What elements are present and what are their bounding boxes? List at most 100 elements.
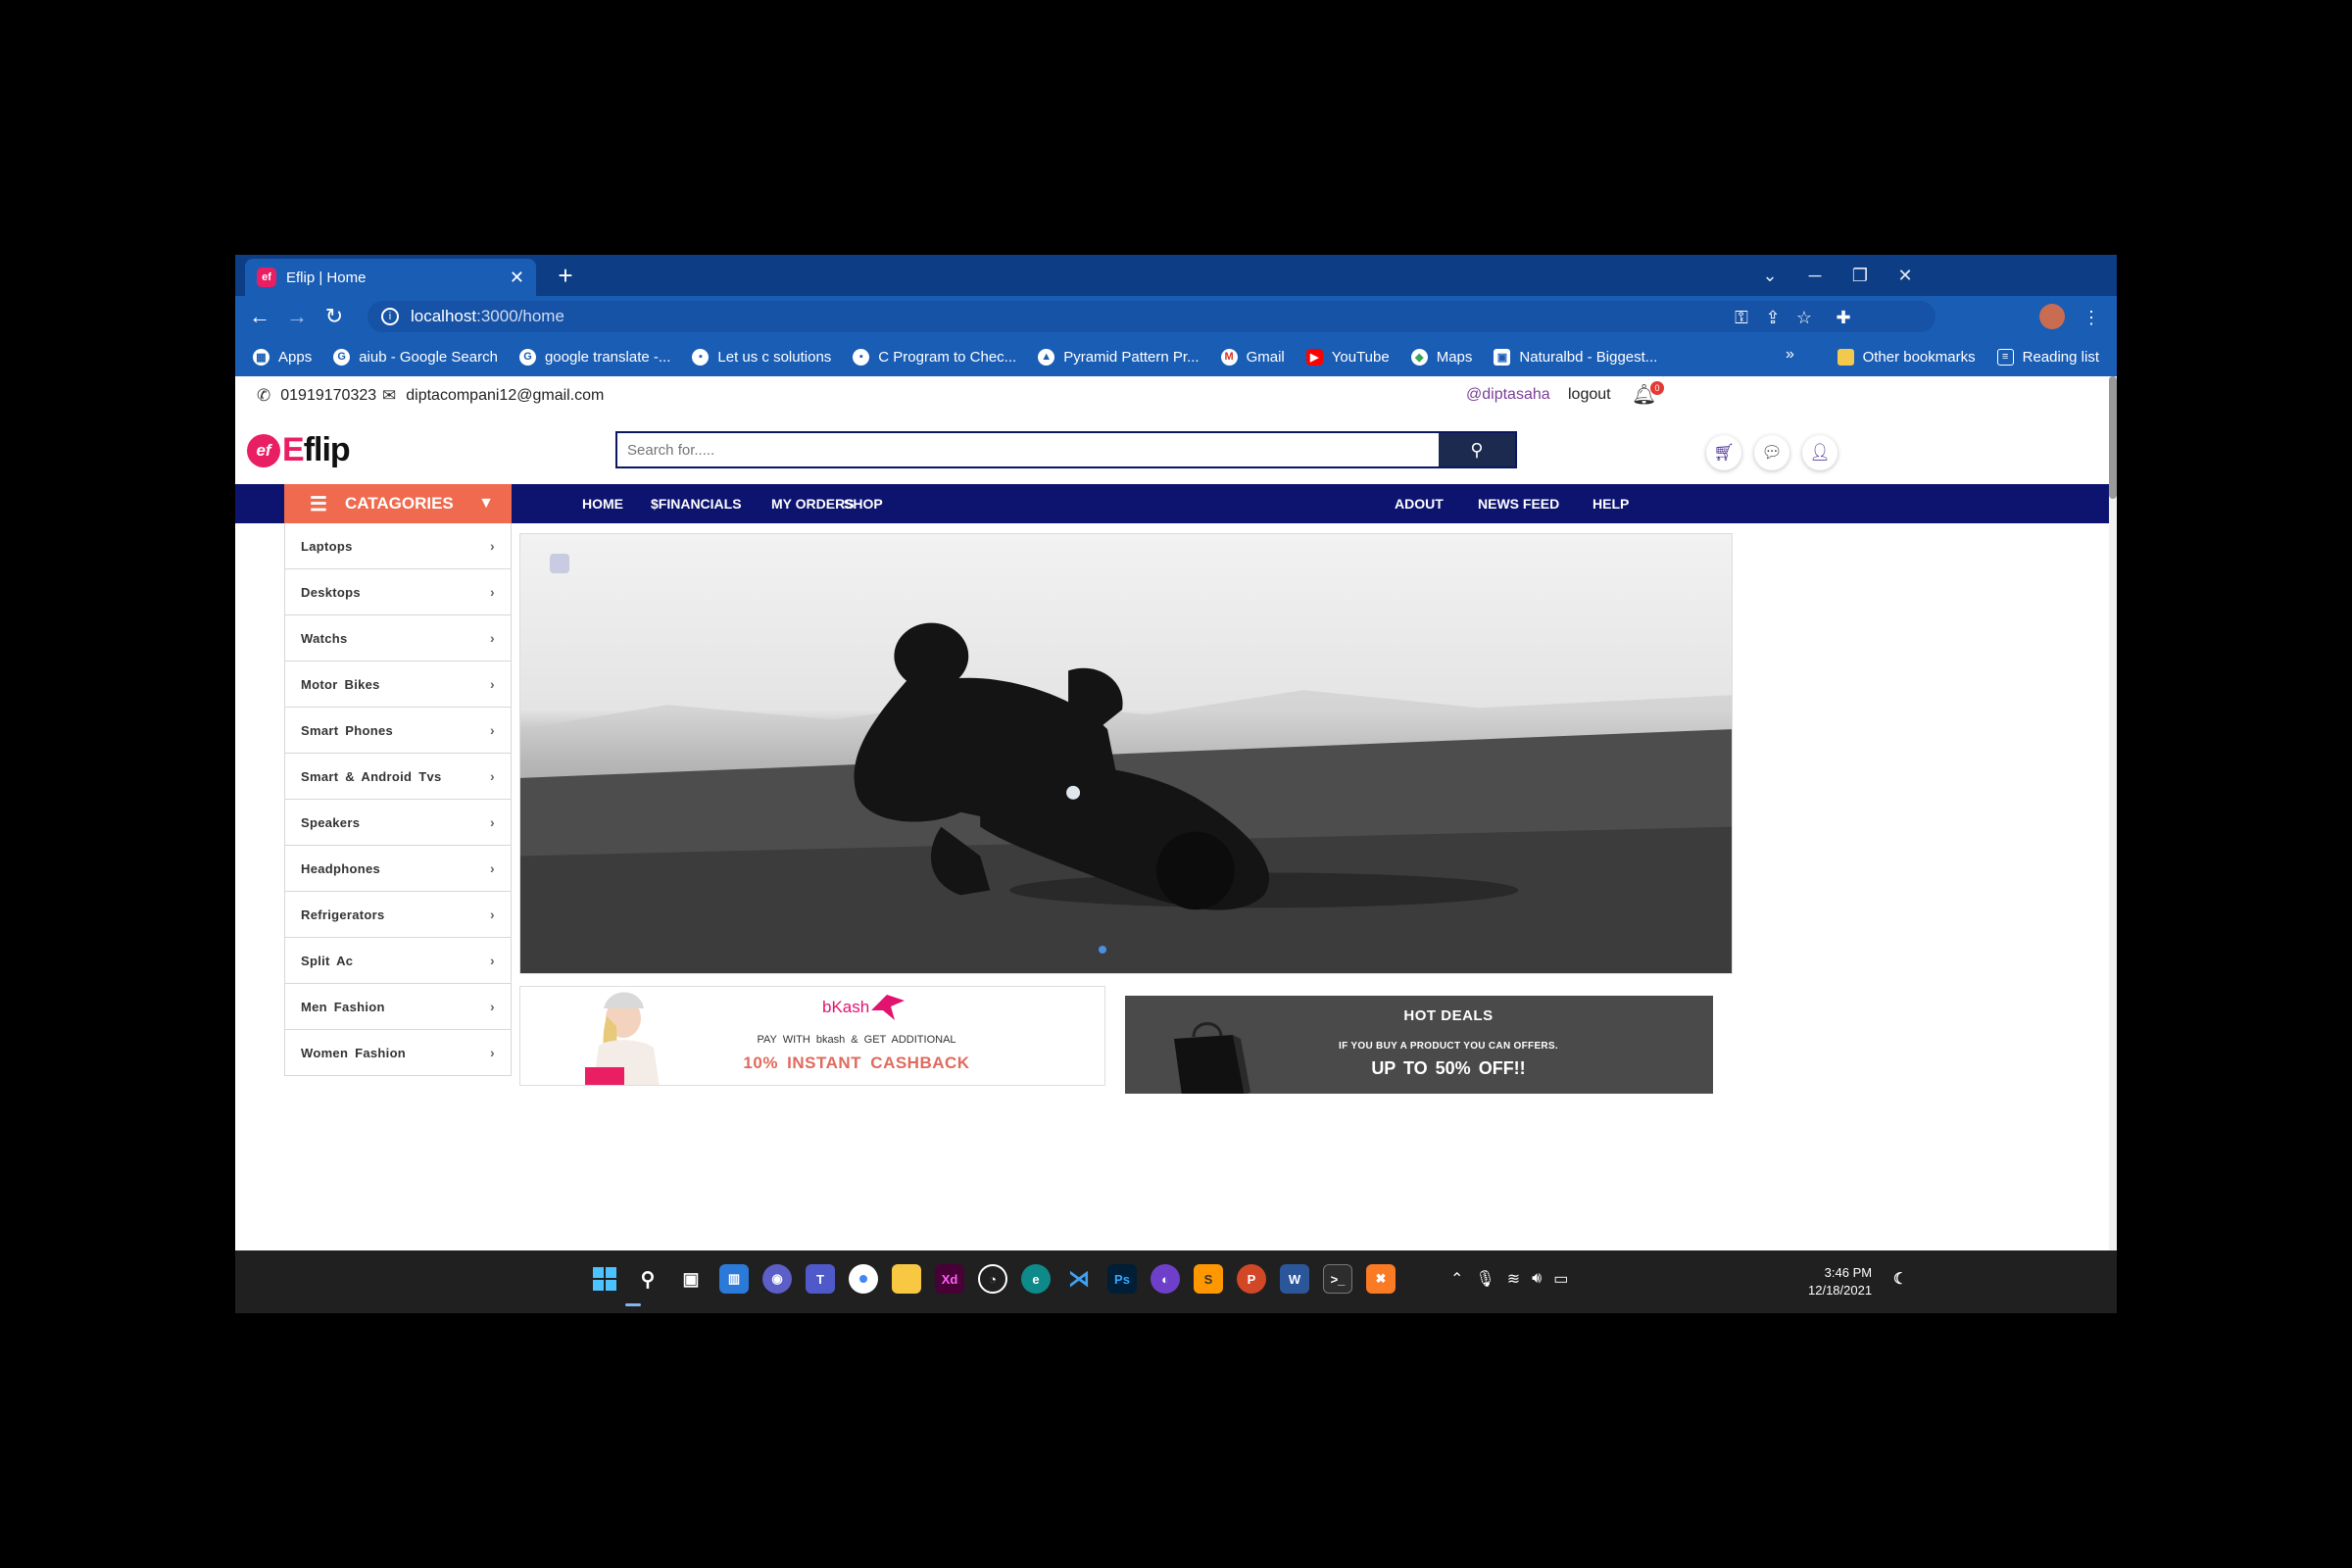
category-men-fashion[interactable]: Men Fashion › (284, 984, 512, 1030)
category-watchs[interactable]: Watchs › (284, 615, 512, 662)
tab-search-icon[interactable]: ⌄ (1754, 260, 1786, 291)
focus-assist-icon[interactable]: ☾ (1886, 1264, 1915, 1294)
user-icon[interactable]: 👤︎ (1802, 435, 1838, 470)
task-view-icon[interactable]: ▣ (676, 1264, 706, 1294)
nav-financials[interactable]: $FINANCIALS (651, 484, 742, 523)
category-women-fashion[interactable]: Women Fashion › (284, 1030, 512, 1076)
hero-banner-image[interactable] (519, 533, 1733, 974)
notification-badge: 0 (1650, 381, 1664, 395)
category-motor-bikes[interactable]: Motor Bikes › (284, 662, 512, 708)
extensions-icon[interactable]: ✚ (1832, 306, 1855, 329)
reading-list[interactable]: ≡ Reading list (1996, 348, 2099, 366)
nav-news-feed[interactable]: NEWS FEED (1478, 484, 1559, 523)
bookmark-google-translate[interactable]: Ggoogle translate -... (518, 348, 670, 366)
system-clock[interactable]: 3:46 PM 12/18/2021 (1808, 1264, 1872, 1299)
bookmark-c-program[interactable]: ▪ C Program to Chec... (853, 348, 1016, 366)
share-icon[interactable]: ⇪ (1761, 306, 1785, 329)
volume-icon[interactable]: 🔊︎ (1532, 1270, 1542, 1288)
terminal-icon[interactable]: >_ (1323, 1264, 1352, 1294)
forward-icon[interactable]: → (278, 304, 316, 329)
chevron-right-icon: › (490, 676, 495, 692)
github-icon[interactable]: ◐ (1151, 1264, 1180, 1294)
nav-about[interactable]: ADOUT (1395, 484, 1444, 523)
eflip-logo[interactable]: ef Eflip (247, 431, 351, 469)
new-tab-button[interactable]: + (551, 261, 580, 290)
file-explorer-icon[interactable] (892, 1264, 921, 1294)
nav-my-orders[interactable]: MY ORDERS (771, 484, 855, 523)
category-smart-android-tvs[interactable]: Smart & Android Tvs › (284, 754, 512, 800)
scrollbar-thumb[interactable] (2109, 376, 2117, 499)
chat-app-icon[interactable]: ◉ (762, 1264, 792, 1294)
categories-button[interactable]: ☰ CATAGORIES ▼ (284, 484, 512, 523)
key-icon[interactable]: ⚿ (1730, 306, 1753, 329)
page-icon: ▪ (853, 348, 870, 366)
wifi-icon[interactable]: ≋ (1507, 1269, 1520, 1289)
nav-home[interactable]: HOME (582, 484, 623, 523)
categories-sidebar: Laptops › Desktops › Watchs › Motor Bikes › … (284, 523, 512, 1076)
category-speakers[interactable]: Speakers › (284, 800, 512, 846)
star-icon[interactable]: ☆ (1792, 306, 1816, 329)
bookmark-gmail[interactable]: M Gmail (1220, 348, 1285, 366)
chat-icon[interactable]: 💬︎ (1754, 435, 1789, 470)
reload-icon[interactable]: ↻ (316, 304, 353, 329)
battery-icon[interactable]: ▭ (1553, 1269, 1568, 1289)
url-input[interactable]: i localhost :3000/home (368, 301, 1936, 332)
nav-help[interactable]: HELP (1592, 484, 1629, 523)
logout-link[interactable]: logout (1568, 386, 1611, 404)
minimize-button[interactable]: ─ (1799, 260, 1831, 291)
bookmark-apps[interactable]: ▦ Apps (253, 348, 312, 366)
teams-icon[interactable]: T (806, 1264, 835, 1294)
more-bookmarks-icon[interactable]: » (1786, 346, 1794, 364)
obs-icon[interactable]: ◔ (978, 1264, 1007, 1294)
category-headphones[interactable]: Headphones › (284, 846, 512, 892)
microphone-icon[interactable]: 🎙︎ (1475, 1269, 1494, 1289)
close-window-button[interactable]: ✕ (1889, 260, 1921, 291)
bookmark-naturalbd[interactable]: ▣ Naturalbd - Biggest... (1494, 348, 1657, 366)
tab-eflip-home[interactable]: ef Eflip | Home ✕ (245, 259, 536, 296)
more-menu-icon[interactable]: ⋮ (2080, 306, 2103, 329)
search-taskbar-icon[interactable]: ⚲ (633, 1264, 662, 1294)
xampp-icon[interactable]: ✖ (1366, 1264, 1396, 1294)
maximize-button[interactable]: ❐ (1844, 260, 1876, 291)
powerpoint-icon[interactable]: P (1237, 1264, 1266, 1294)
chevron-right-icon: › (490, 814, 495, 830)
chevron-up-icon[interactable]: ⌃ (1450, 1269, 1463, 1289)
search-input[interactable] (617, 433, 1439, 466)
photoshop-icon[interactable]: Ps (1107, 1264, 1137, 1294)
bookmark-aiub-google-search[interactable]: Gaiub - Google Search (333, 348, 498, 366)
back-icon[interactable]: ← (241, 304, 278, 329)
profile-avatar[interactable] (2039, 304, 2065, 329)
category-refrigerators[interactable]: Refrigerators › (284, 892, 512, 938)
bookmark-let-us-c[interactable]: ▪ Let us c solutions (692, 348, 831, 366)
hot-deals-banner[interactable]: HOT DEALS IF YOU BUY A PRODUCT YOU CAN O… (1125, 996, 1713, 1094)
edge-icon[interactable]: e (1021, 1264, 1051, 1294)
apps-grid-icon: ▦ (253, 348, 270, 366)
page-scrollbar[interactable] (2109, 376, 2117, 1250)
windows-start-icon[interactable] (590, 1264, 619, 1294)
other-bookmarks[interactable]: Other bookmarks (1837, 348, 1976, 366)
category-laptops[interactable]: Laptops › (284, 523, 512, 569)
category-split-ac[interactable]: Split Ac › (284, 938, 512, 984)
adobe-xd-icon[interactable]: Xd (935, 1264, 964, 1294)
top-info-bar: ✆ 01919170323 ✉ diptacompani12@gmail.com… (235, 376, 2109, 416)
carousel-indicator-dot[interactable] (1099, 946, 1106, 954)
bookmark-youtube[interactable]: ▶ YouTube (1305, 348, 1390, 366)
close-tab-icon[interactable]: ✕ (510, 268, 524, 288)
cart-icon[interactable]: 🛒︎ (1706, 435, 1741, 470)
system-tray: ⌃ 🎙︎ ≋ 🔊︎ ▭ (1450, 1264, 1580, 1294)
bookmark-pyramid-pattern[interactable]: ▲ Pyramid Pattern Pr... (1038, 348, 1200, 366)
carousel-control[interactable] (550, 554, 569, 573)
vscode-icon[interactable]: ⋊ (1064, 1264, 1094, 1294)
user-handle-link[interactable]: @diptasaha (1466, 386, 1550, 404)
bkash-promo-banner[interactable]: bKash PAY WITH bkash & GET ADDITIONAL 10… (519, 986, 1105, 1086)
search-button[interactable]: ⚲ (1439, 433, 1515, 466)
category-desktops[interactable]: Desktops › (284, 569, 512, 615)
category-smart-phones[interactable]: Smart Phones › (284, 708, 512, 754)
sublime-icon[interactable]: S (1194, 1264, 1223, 1294)
site-info-icon[interactable]: i (381, 308, 399, 325)
word-icon[interactable]: W (1280, 1264, 1309, 1294)
widgets-icon[interactable]: ▥ (719, 1264, 749, 1294)
nav-shop[interactable]: SHOP (844, 484, 883, 523)
bookmark-maps[interactable]: ◆ Maps (1410, 348, 1472, 366)
chrome-icon[interactable] (849, 1264, 878, 1294)
